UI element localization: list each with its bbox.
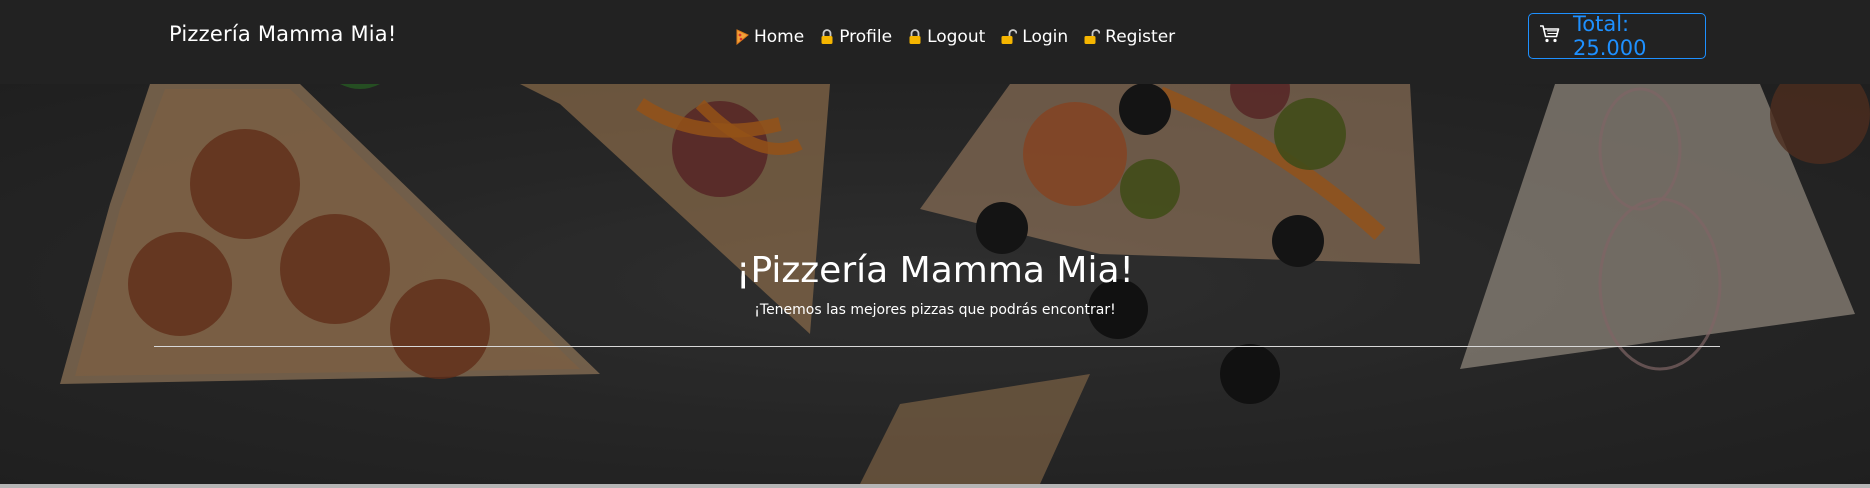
nav-profile-label: Profile bbox=[839, 27, 893, 47]
page-bottom-edge bbox=[0, 484, 1870, 488]
nav-register-link[interactable]: Register bbox=[1084, 27, 1175, 47]
hero-divider bbox=[154, 346, 1720, 347]
brand-logo-text[interactable]: Pizzería Mamma Mia! bbox=[169, 22, 397, 46]
lock-icon bbox=[908, 29, 922, 45]
nav-home-link[interactable]: Home bbox=[735, 27, 804, 47]
nav-profile-link[interactable]: Profile bbox=[820, 27, 892, 47]
pizza-icon bbox=[735, 29, 749, 45]
nav-register-label: Register bbox=[1105, 27, 1176, 47]
hero-title: ¡Pizzería Mamma Mia! bbox=[736, 250, 1134, 291]
unlock-icon bbox=[1084, 29, 1101, 45]
nav-logout-label: Logout bbox=[927, 27, 986, 47]
cart-total-label: Total: 25.000 bbox=[1573, 12, 1647, 60]
navbar: Pizzería Mamma Mia! Home Profile Logout … bbox=[0, 0, 1870, 84]
cart-total-button[interactable]: Total: 25.000 bbox=[1528, 12, 1706, 60]
lock-icon bbox=[820, 29, 834, 45]
nav-login-link[interactable]: Login bbox=[1001, 27, 1068, 47]
hero-banner: ¡Pizzería Mamma Mia! ¡Tenemos las mejore… bbox=[0, 84, 1870, 484]
nav-links: Home Profile Logout Login Register bbox=[735, 24, 1175, 50]
cart-icon bbox=[1539, 24, 1561, 49]
nav-login-label: Login bbox=[1022, 27, 1069, 47]
nav-home-label: Home bbox=[754, 27, 805, 47]
nav-logout-link[interactable]: Logout bbox=[908, 27, 985, 47]
unlock-icon bbox=[1001, 29, 1018, 45]
hero-subtitle: ¡Tenemos las mejores pizzas que podrás e… bbox=[754, 302, 1116, 318]
